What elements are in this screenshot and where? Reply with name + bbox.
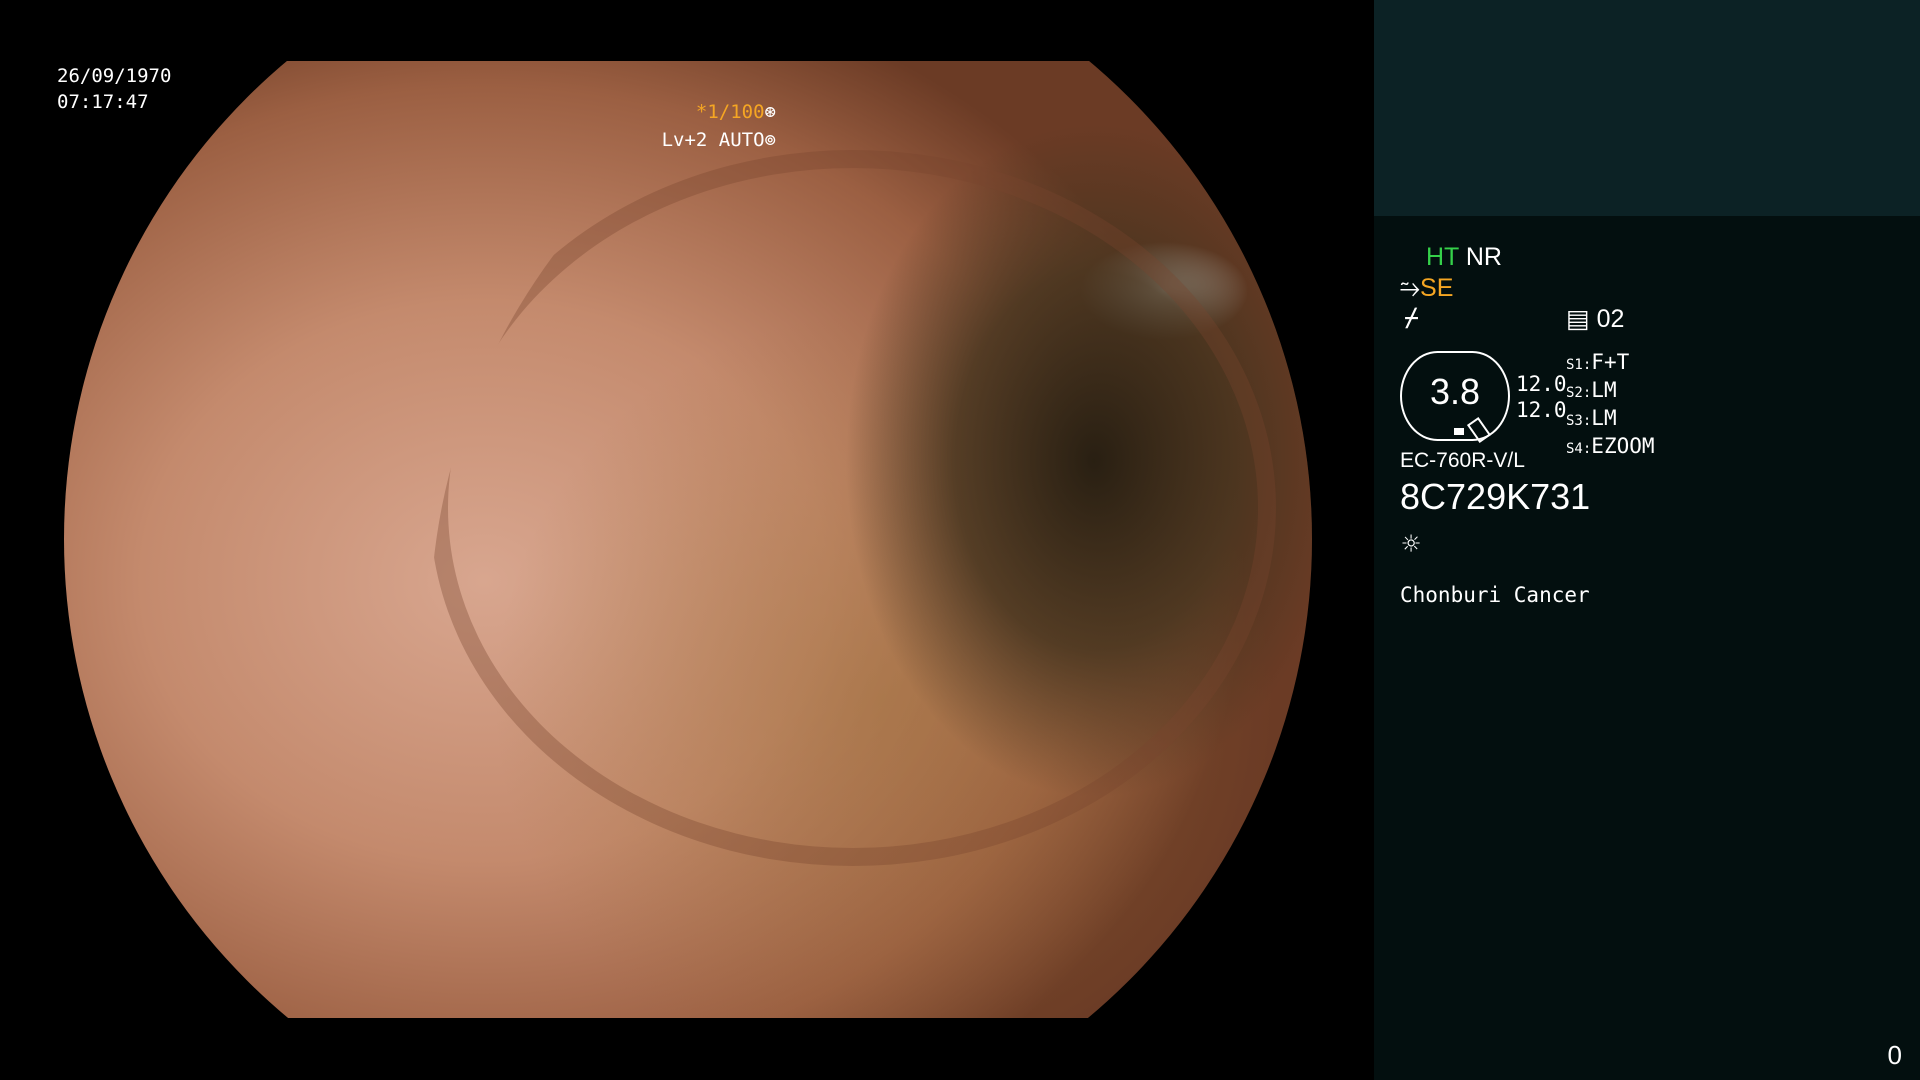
memory-indicator: ▤ 02 — [1566, 304, 1624, 334]
mucosal-fold — [430, 150, 1276, 866]
enhance-value-b: 12.0 — [1516, 398, 1567, 422]
switch-setting-row: S4:EZOOM — [1566, 434, 1655, 458]
shutter-speed: *1/100 — [695, 101, 765, 123]
zoom-value: 3.8 — [1429, 371, 1481, 412]
light-source-icon: ☼ — [1402, 527, 1421, 562]
zoom-indicator: 3.8 — [1400, 351, 1510, 444]
edge-enhance-icon: ⌿ — [1404, 303, 1420, 332]
switch-setting-row: S1:F+T — [1566, 350, 1630, 374]
switch-setting-row: S3:LM — [1566, 406, 1617, 430]
info-panel: HT NR ⥲SE ⌿ ▤ 02 3.8 12.0 12.0 S1:F+T S2… — [1374, 0, 1920, 1080]
time-text: 07:17:47 — [57, 91, 149, 113]
memory-value: 02 — [1596, 305, 1625, 333]
frame-counter: 0 — [1887, 1040, 1902, 1070]
exposure-display: *1/100⊛ Lv+2 AUTO⊚ — [662, 98, 776, 154]
se-label: SE — [1420, 274, 1454, 302]
shutter-icon: ⊛ — [764, 101, 776, 123]
image-mode-indicator: HT NR — [1426, 242, 1502, 272]
memory-icon: ▤ — [1566, 305, 1590, 333]
scope-model: EC-760R-V/L — [1400, 449, 1525, 472]
switch-setting-row: S2:LM — [1566, 378, 1617, 402]
endoscope-view: 26/09/1970 07:17:47 *1/100⊛ Lv+2 AUTO⊚ — [0, 0, 1374, 1080]
datetime-display: 26/09/1970 07:17:47 — [57, 63, 171, 115]
ht-label: HT — [1426, 243, 1459, 271]
iris-mark-icon — [1454, 428, 1464, 435]
panel-header-area — [1374, 0, 1920, 216]
nr-label: NR — [1465, 243, 1502, 271]
structure-enhance-indicator: ⥲SE — [1400, 273, 1453, 303]
iris-icon: ⊚ — [764, 129, 776, 151]
enhance-value-a: 12.0 — [1516, 372, 1567, 396]
structure-enhance-icon: ⥲ — [1400, 274, 1421, 302]
scope-serial: 8C729K731 — [1400, 476, 1591, 517]
date-text: 26/09/1970 — [57, 65, 172, 87]
hospital-name: Chonburi Cancer — [1400, 583, 1590, 607]
enhance-values: 12.0 12.0 — [1516, 371, 1567, 423]
brightness-level: Lv+2 AUTO — [661, 129, 765, 151]
scope-switch-settings: S1:F+T S2:LM S3:LM S4:EZOOM — [1566, 350, 1655, 462]
tilt-mark-icon — [1466, 416, 1492, 444]
